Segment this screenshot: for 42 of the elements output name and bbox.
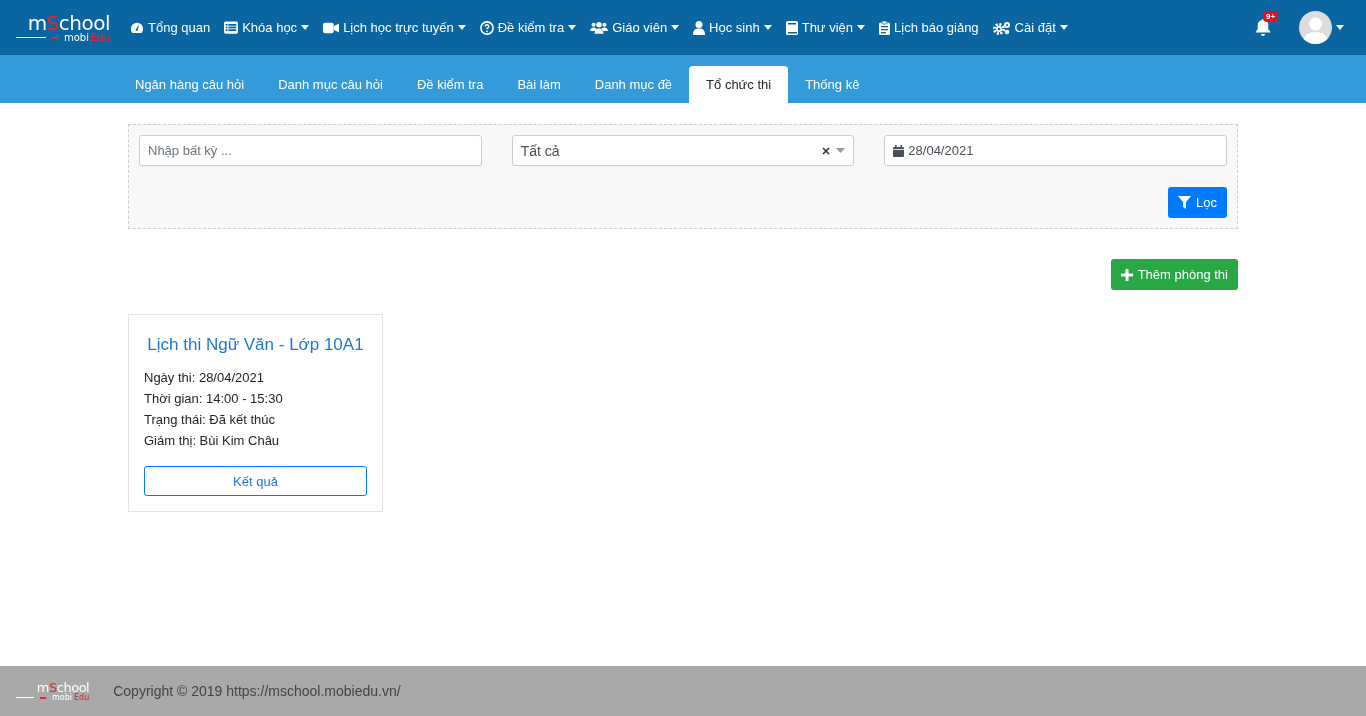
exam-detail: Trạng thái: Đã kết thúc (144, 411, 277, 429)
notification-badge: 9+ (1263, 11, 1279, 22)
gauge-icon (130, 20, 144, 35)
gears-icon (992, 20, 1011, 35)
nav-link[interactable]: Học sinh (693, 20, 772, 35)
clipboard-icon (879, 20, 891, 35)
nav-link[interactable]: Cài đặt (992, 20, 1068, 35)
calendar-icon (893, 144, 905, 157)
exam-detail: Ngày thi: 28/04/2021 (144, 369, 265, 387)
question-circle-icon (479, 20, 494, 35)
status-select[interactable]: Tất cả (511, 135, 855, 166)
mschool-logo: mSchool mobi Edu (16, 12, 110, 43)
nav-link[interactable]: Lịch học trực tuyến (323, 20, 466, 35)
nav-link[interactable]: Khóa học (224, 20, 310, 35)
mschool-logo: mSchool mobi Edu (16, 680, 90, 702)
book-icon (785, 20, 798, 35)
nav-link[interactable]: Thư viện (785, 20, 866, 35)
caret-icon (836, 148, 846, 153)
nav-link[interactable]: Giáo viên (590, 20, 680, 35)
exam-title: Lịch thi Ngữ Văn - Lớp 10A1 (146, 334, 365, 356)
tab[interactable]: Tổ chức thi (689, 66, 789, 103)
add-exam-room-button[interactable]: Thêm phòng thi (1110, 259, 1238, 290)
search-field[interactable]: Nhập bất kỳ ... (139, 135, 482, 166)
date-field[interactable]: 28/04/2021 (884, 135, 1227, 166)
video-camera-icon (323, 21, 340, 34)
copyright-text: Copyright © 2019 https://mschool.mobiedu.vn/ (113, 683, 401, 699)
nav-link[interactable]: Đề kiểm tra (479, 20, 577, 35)
bell-icon[interactable] (1255, 19, 1271, 36)
caret-icon (1336, 25, 1344, 30)
list-icon (224, 21, 239, 34)
avatar-icon[interactable] (1299, 11, 1332, 44)
filter-button[interactable]: Lọc (1168, 187, 1227, 218)
user-icon (693, 20, 706, 35)
exam-detail: Giám thị: Bùi Kim Châu (144, 432, 281, 450)
clear-icon[interactable] (822, 146, 831, 155)
users-icon (590, 21, 609, 34)
results-button[interactable]: Kết quả (144, 466, 367, 496)
exam-detail: Thời gian: 14:00 - 15:30 (144, 390, 284, 408)
plus-icon (1120, 268, 1133, 281)
nav-link[interactable]: Lịch báo giảng (879, 20, 979, 35)
filter-icon (1178, 196, 1192, 209)
nav-link[interactable]: Tổng quan (130, 20, 211, 35)
